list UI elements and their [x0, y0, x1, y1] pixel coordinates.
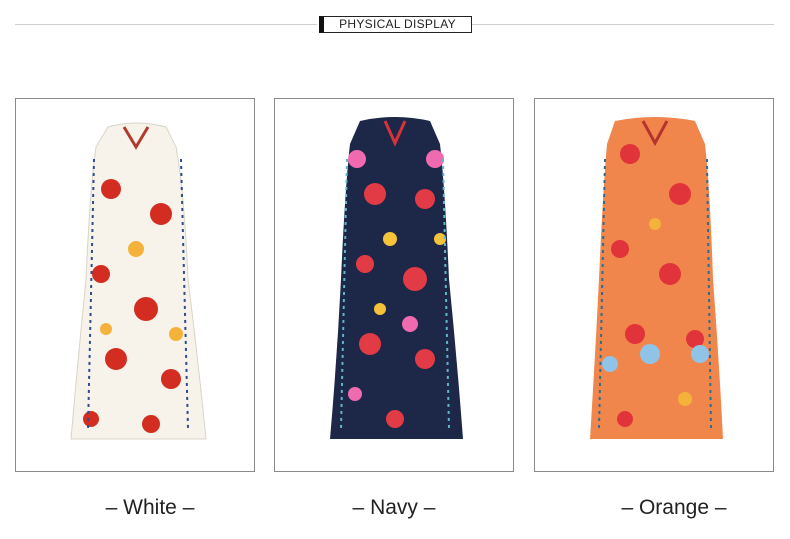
dress-image-white [70, 122, 207, 440]
dress-image-orange [590, 117, 723, 439]
section-title: PHYSICAL DISPLAY [319, 16, 472, 33]
variant-label-navy: – Navy – [352, 496, 436, 519]
header-rule-left [15, 24, 317, 25]
variant-label-white: – White – [105, 496, 195, 519]
product-card-navy[interactable] [274, 98, 514, 472]
product-card-white[interactable] [15, 98, 255, 472]
dress-image-navy [330, 117, 463, 439]
variant-label-orange: – Orange – [621, 496, 727, 519]
header-rule-right [472, 24, 774, 25]
product-card-orange[interactable] [534, 98, 774, 472]
